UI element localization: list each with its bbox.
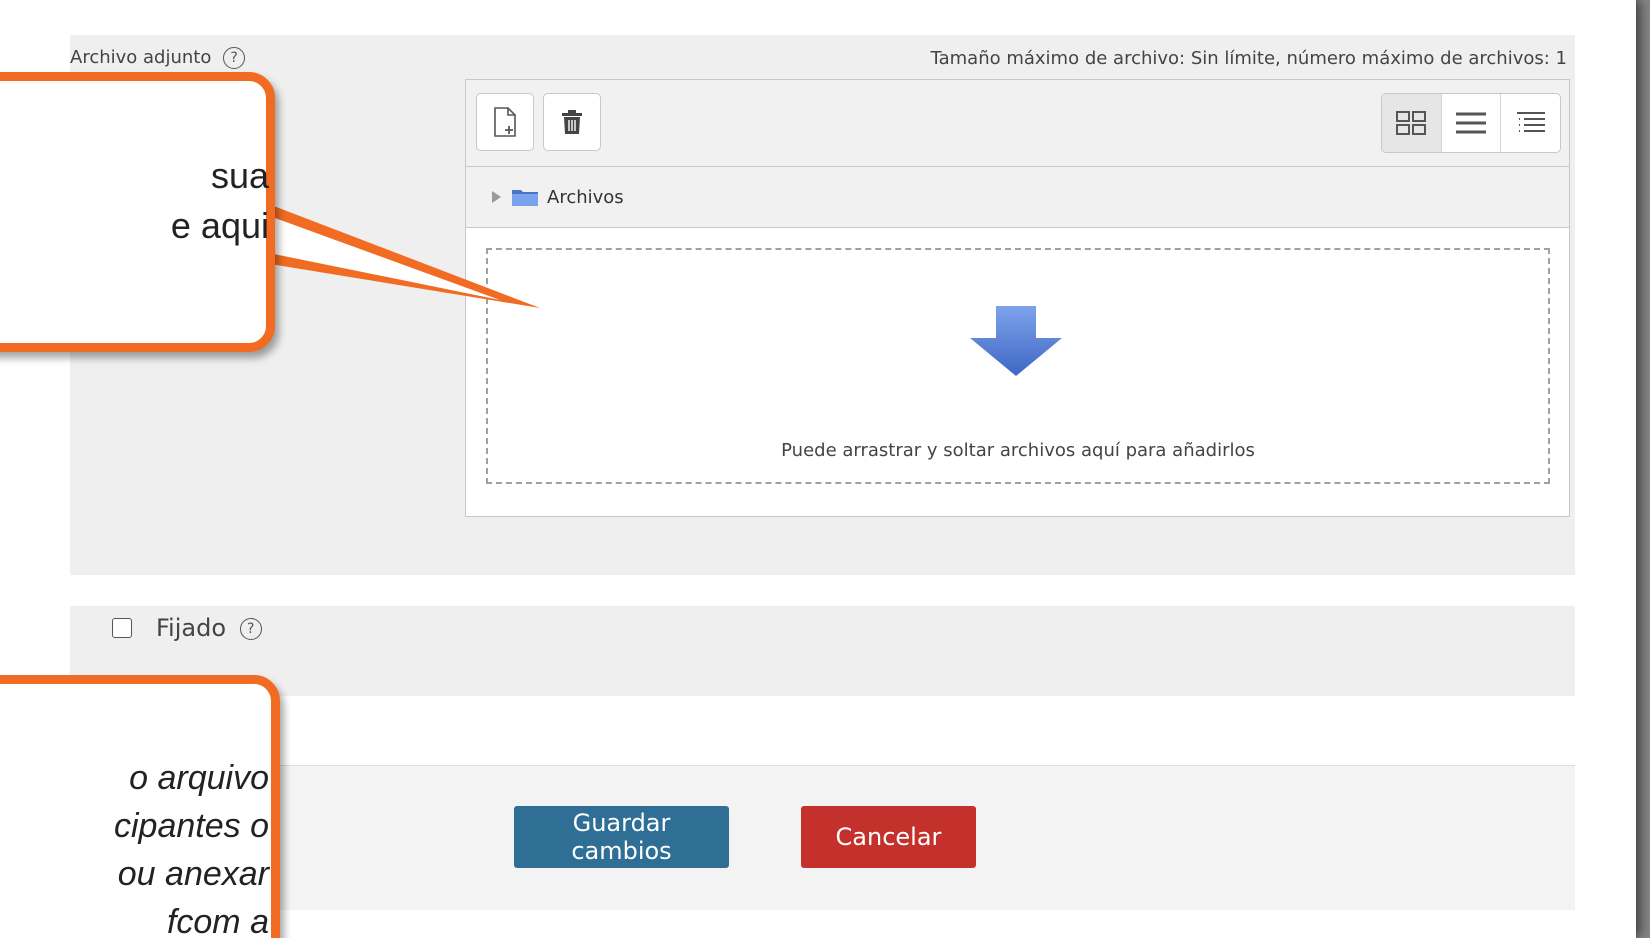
- help-icon[interactable]: ?: [239, 618, 262, 640]
- attachment-row: Archivo adjunto ? Tamaño máximo de archi…: [70, 35, 1575, 575]
- add-file-button[interactable]: [476, 93, 534, 151]
- save-button[interactable]: Guardar cambios: [514, 806, 729, 868]
- callout-top: sua e aqui: [0, 72, 275, 352]
- form-actions: Guardar cambios Cancelar: [70, 766, 1575, 910]
- download-arrow-icon: [970, 306, 1062, 376]
- delete-button[interactable]: [543, 93, 601, 151]
- grid-view-icon: [1396, 111, 1427, 135]
- list-view-button[interactable]: [1440, 94, 1501, 152]
- callout-bottom-text: o arquivo cipantes o ou anexar fcom a: [114, 759, 269, 938]
- folder-label[interactable]: Archivos: [547, 187, 624, 208]
- file-add-icon: [494, 107, 516, 137]
- pinned-label: Fijado: [156, 614, 227, 642]
- pinned-checkbox[interactable]: [112, 618, 132, 638]
- cancel-button[interactable]: Cancelar: [801, 806, 976, 868]
- folder-icon: [512, 190, 538, 206]
- pinned-label-wrap: Fijado ?: [156, 614, 262, 642]
- expand-triangle-icon[interactable]: [492, 191, 501, 203]
- callout-bottom: o arquivo cipantes o ou anexar fcom a: [0, 675, 280, 938]
- max-file-info: Tamaño máximo de archivo: Sin límite, nú…: [930, 48, 1567, 69]
- view-mode-group: [1381, 93, 1561, 153]
- help-icon[interactable]: ?: [223, 47, 246, 69]
- attachment-label-wrap: Archivo adjunto ?: [70, 47, 246, 69]
- file-picker-toolbar: [466, 80, 1569, 167]
- tree-view-button[interactable]: [1500, 94, 1560, 152]
- drop-zone[interactable]: Puede arrastrar y soltar archivos aquí p…: [486, 248, 1550, 484]
- pinned-row: Fijado ?: [70, 606, 1575, 696]
- drop-message: Puede arrastrar y soltar archivos aquí p…: [781, 440, 1255, 461]
- file-picker: Archivos Puede arrastrar y soltar archiv…: [465, 79, 1570, 517]
- attachment-label: Archivo adjunto: [70, 47, 212, 68]
- file-picker-path: Archivos: [466, 167, 1569, 228]
- grid-view-button[interactable]: [1382, 94, 1441, 152]
- tree-view-icon: [1516, 112, 1545, 132]
- trash-icon: [562, 110, 582, 134]
- form-frame: Archivo adjunto ? Tamaño máximo de archi…: [0, 0, 1636, 938]
- callout-top-text: sua e aqui: [170, 155, 269, 246]
- list-view-icon: [1456, 112, 1486, 134]
